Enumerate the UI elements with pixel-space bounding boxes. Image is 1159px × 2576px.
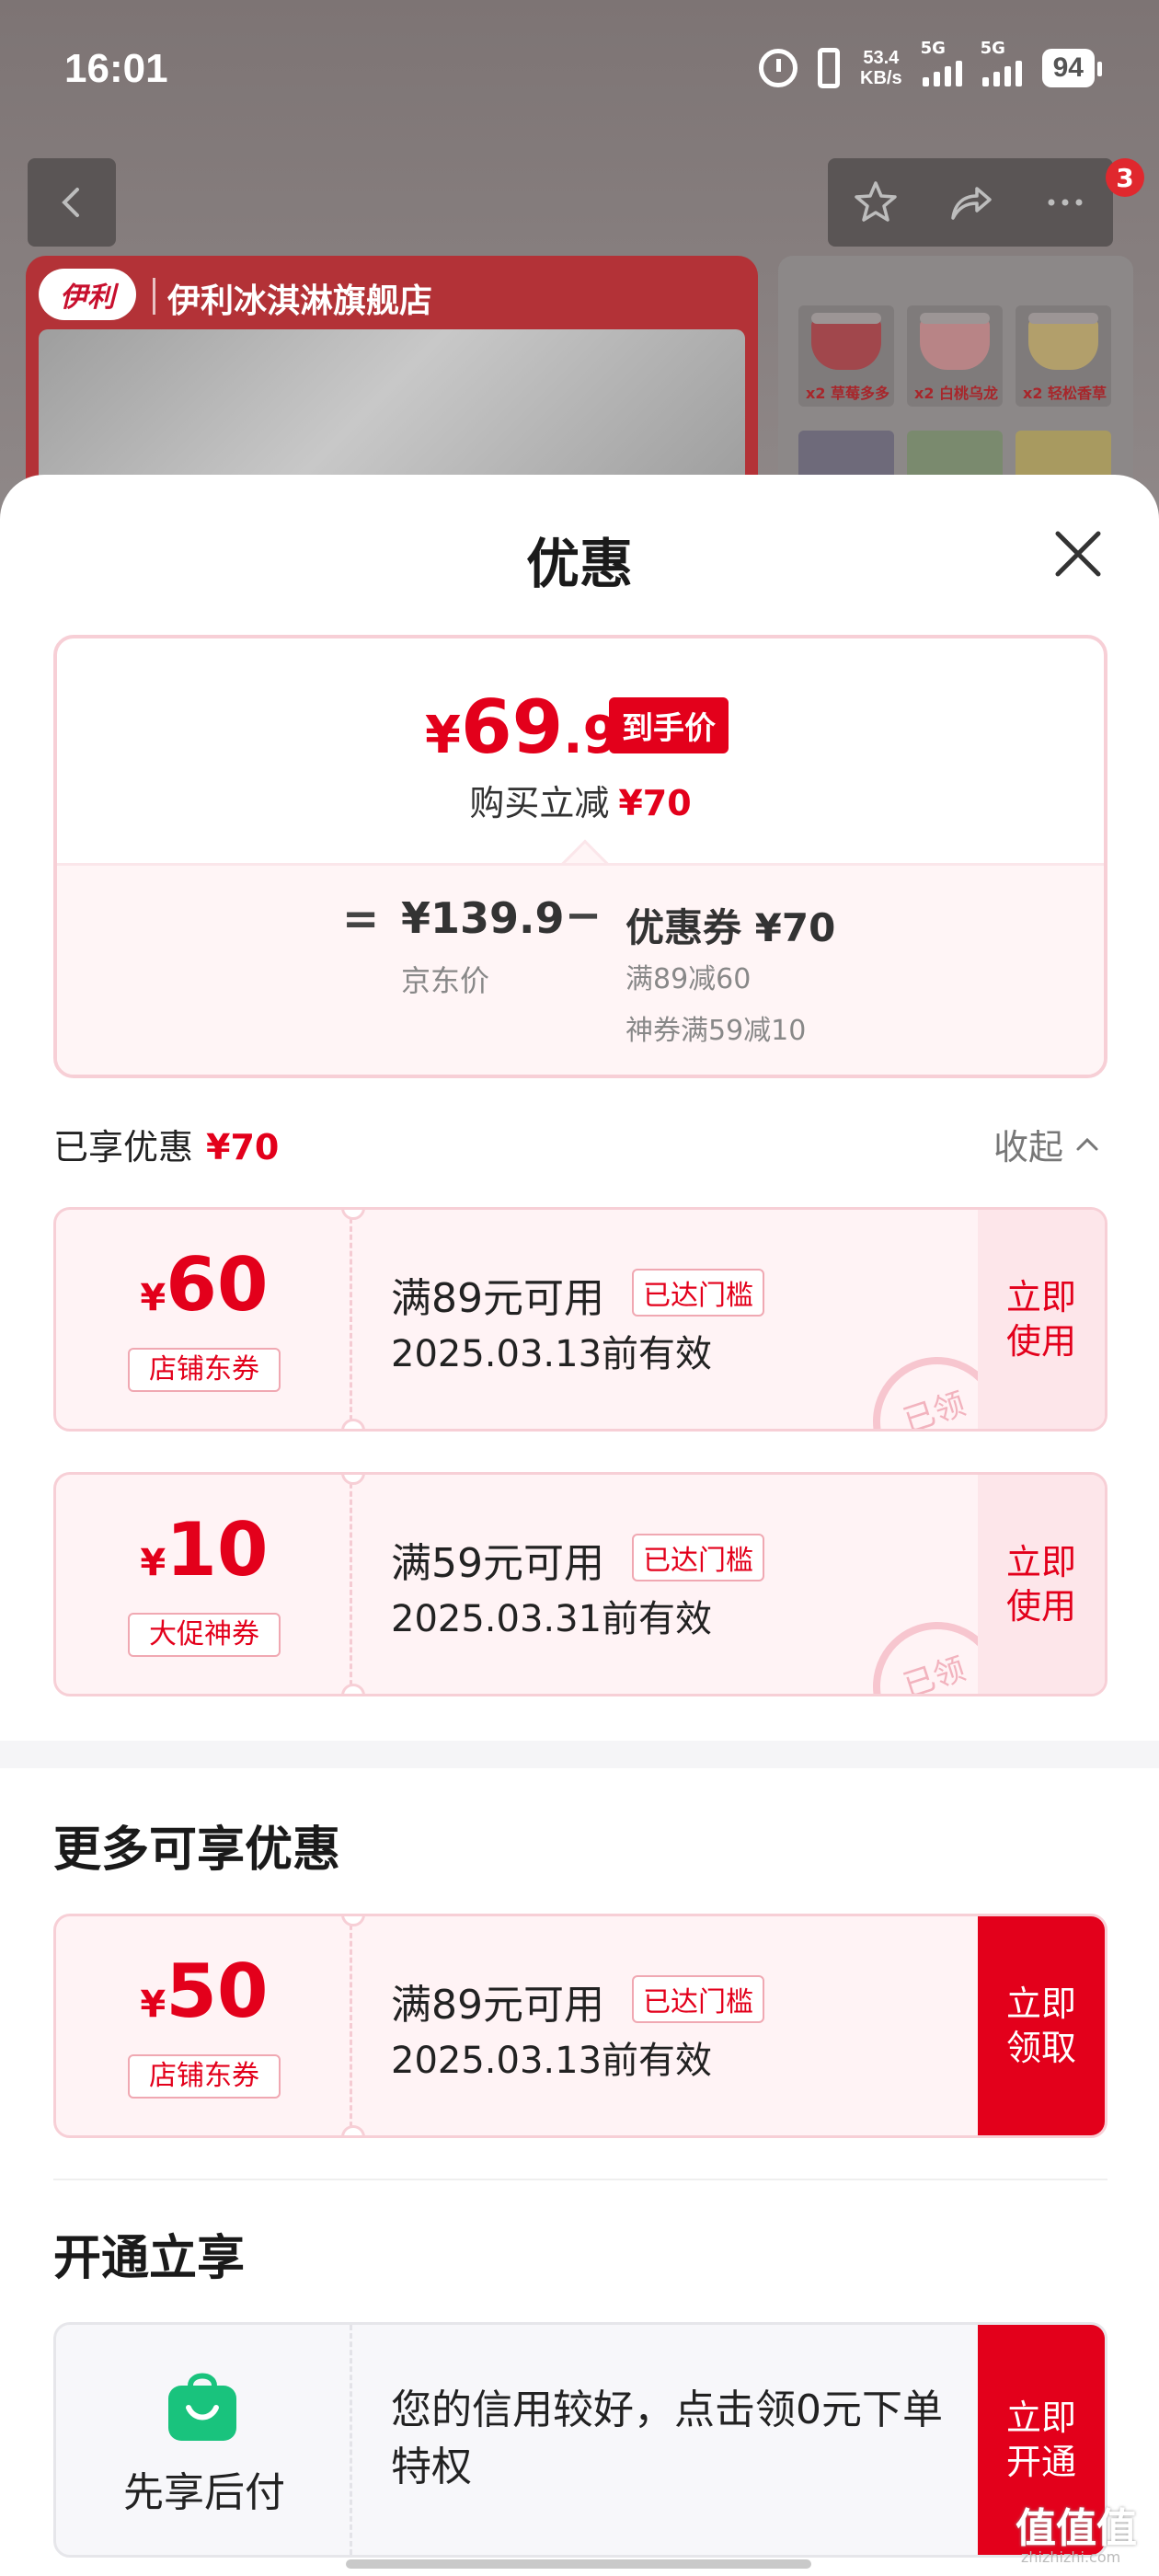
status-time: 16:01 xyxy=(64,46,168,91)
coupon-detail: 满89减60 xyxy=(625,963,752,995)
price-breakdown: = ¥139.9 京东价 − 优惠券 ¥70 满89减60 神券满59减10 xyxy=(57,863,1104,1075)
vibrate-icon xyxy=(818,48,841,88)
bnpl-description: 您的信用较好，点击领0元下单特权 xyxy=(391,2386,943,2490)
home-indicator[interactable] xyxy=(346,2559,811,2569)
more-icon[interactable] xyxy=(1040,178,1090,227)
enjoyed-discount-label: 已享优惠 ¥70 xyxy=(53,1127,280,1167)
equals-sign: = xyxy=(342,893,380,945)
divider xyxy=(153,278,155,315)
star-icon[interactable] xyxy=(851,178,901,227)
use-now-button[interactable]: 立即使用 xyxy=(978,1475,1105,1694)
coupon-type: 店铺东券 xyxy=(128,2054,281,2099)
status-icons: 53.4 KB/s 5G 5G 94 xyxy=(759,39,1103,88)
open-enjoy-title: 开通立享 xyxy=(53,2231,246,2286)
alarm-icon xyxy=(759,49,798,87)
minus-sign: − xyxy=(565,890,602,941)
collapse-button[interactable]: 收起 xyxy=(993,1119,1100,1169)
watermark: 薅个羊毛毛 xyxy=(451,1146,625,1183)
reduce-line: 购买立减 ¥70 xyxy=(469,783,692,823)
thumbnail[interactable]: x2 草莓多多 xyxy=(798,305,894,407)
chevron-up-icon xyxy=(1076,1137,1098,1150)
buy-now-pay-later-card: 先享后付 您的信用较好，点击领0元下单特权 立即开通 xyxy=(53,2322,1107,2558)
threshold-badge: 已达门槛 xyxy=(632,1534,764,1581)
network-speed: 53.4 KB/s xyxy=(860,48,902,88)
chevron-left-icon xyxy=(62,188,79,217)
coupon-condition: 满89元可用 xyxy=(391,1982,604,2029)
jd-price-label: 京东价 xyxy=(401,963,490,998)
coupon-expire: 2025.03.13前有效 xyxy=(391,1333,713,1375)
coupon-type: 店铺东券 xyxy=(128,1348,281,1392)
back-button[interactable] xyxy=(28,158,116,247)
final-price: ¥ 69 .9 xyxy=(425,684,619,770)
thumbnail[interactable]: x2 白桃乌龙 xyxy=(907,305,1003,407)
background-product-page: 16:01 53.4 KB/s 5G 5G 94 3 伊利 伊利冰淇淋旗舰店 x… xyxy=(0,0,1159,515)
share-icon[interactable] xyxy=(946,178,995,227)
jd-price: ¥139.9 xyxy=(401,893,565,943)
coupon-condition: 满59元可用 xyxy=(391,1540,604,1587)
divider xyxy=(53,2179,1107,2180)
signal-icon: 5G xyxy=(981,39,1022,86)
coupon-amount: ¥50 xyxy=(140,1949,269,2034)
coupon-type: 大促神券 xyxy=(128,1613,281,1657)
top-action-group xyxy=(828,158,1113,247)
final-price-tag: 到手价 xyxy=(609,697,729,753)
site-watermark-url: zhizhizhi.com xyxy=(1021,2548,1121,2566)
threshold-badge: 已达门槛 xyxy=(632,1269,764,1317)
discount-sheet: 优惠 ¥ 69 .9 到手价 购买立减 ¥70 = ¥139.9 京东价 − 优惠… xyxy=(0,475,1159,2576)
store-name: 伊利冰淇淋旗舰店 xyxy=(167,282,433,320)
section-divider xyxy=(0,1741,1159,1768)
coupon-total: 优惠券 ¥70 xyxy=(625,905,836,950)
coupon-card: ¥60 店铺东券 满89元可用 已达门槛 2025.03.13前有效 已领 立即… xyxy=(53,1207,1107,1432)
more-discounts-title: 更多可享优惠 xyxy=(53,1823,341,1878)
coupon-card: ¥10 大促神券 满59元可用 已达门槛 2025.03.31前有效 已领 立即… xyxy=(53,1472,1107,1696)
coupon-amount: ¥10 xyxy=(140,1507,269,1593)
price-summary: ¥ 69 .9 到手价 购买立减 ¥70 = ¥139.9 京东价 − 优惠券 ¥… xyxy=(53,635,1107,1078)
shopping-bag-icon xyxy=(168,2373,236,2441)
coupon-amount: ¥60 xyxy=(140,1242,269,1328)
coupon-expire: 2025.03.31前有效 xyxy=(391,1598,713,1640)
thumbnail[interactable]: x2 轻松香草 xyxy=(1016,305,1111,407)
notification-badge: 3 xyxy=(1106,158,1144,197)
signal-icon: 5G xyxy=(921,39,962,86)
claim-now-button[interactable]: 立即领取 xyxy=(978,1916,1105,2135)
status-bar: 16:01 53.4 KB/s 5G 5G 94 xyxy=(0,0,1159,138)
coupon-expire: 2025.03.13前有效 xyxy=(391,2040,713,2082)
close-icon[interactable] xyxy=(1049,524,1107,583)
site-watermark-logo: 值值值 xyxy=(1016,2505,1137,2552)
use-now-button[interactable]: 立即使用 xyxy=(978,1210,1105,1429)
bnpl-label: 先享后付 xyxy=(123,2469,285,2516)
coupon-condition: 满89元可用 xyxy=(391,1275,604,1322)
coupon-card: ¥50 店铺东券 满89元可用 已达门槛 2025.03.13前有效 立即领取 xyxy=(53,1914,1107,2138)
battery-indicator: 94 xyxy=(1041,49,1103,87)
sheet-title: 优惠 xyxy=(525,533,633,595)
store-logo: 伊利 xyxy=(39,269,136,320)
threshold-badge: 已达门槛 xyxy=(632,1975,764,2023)
coupon-detail: 神券满59减10 xyxy=(625,1015,807,1047)
